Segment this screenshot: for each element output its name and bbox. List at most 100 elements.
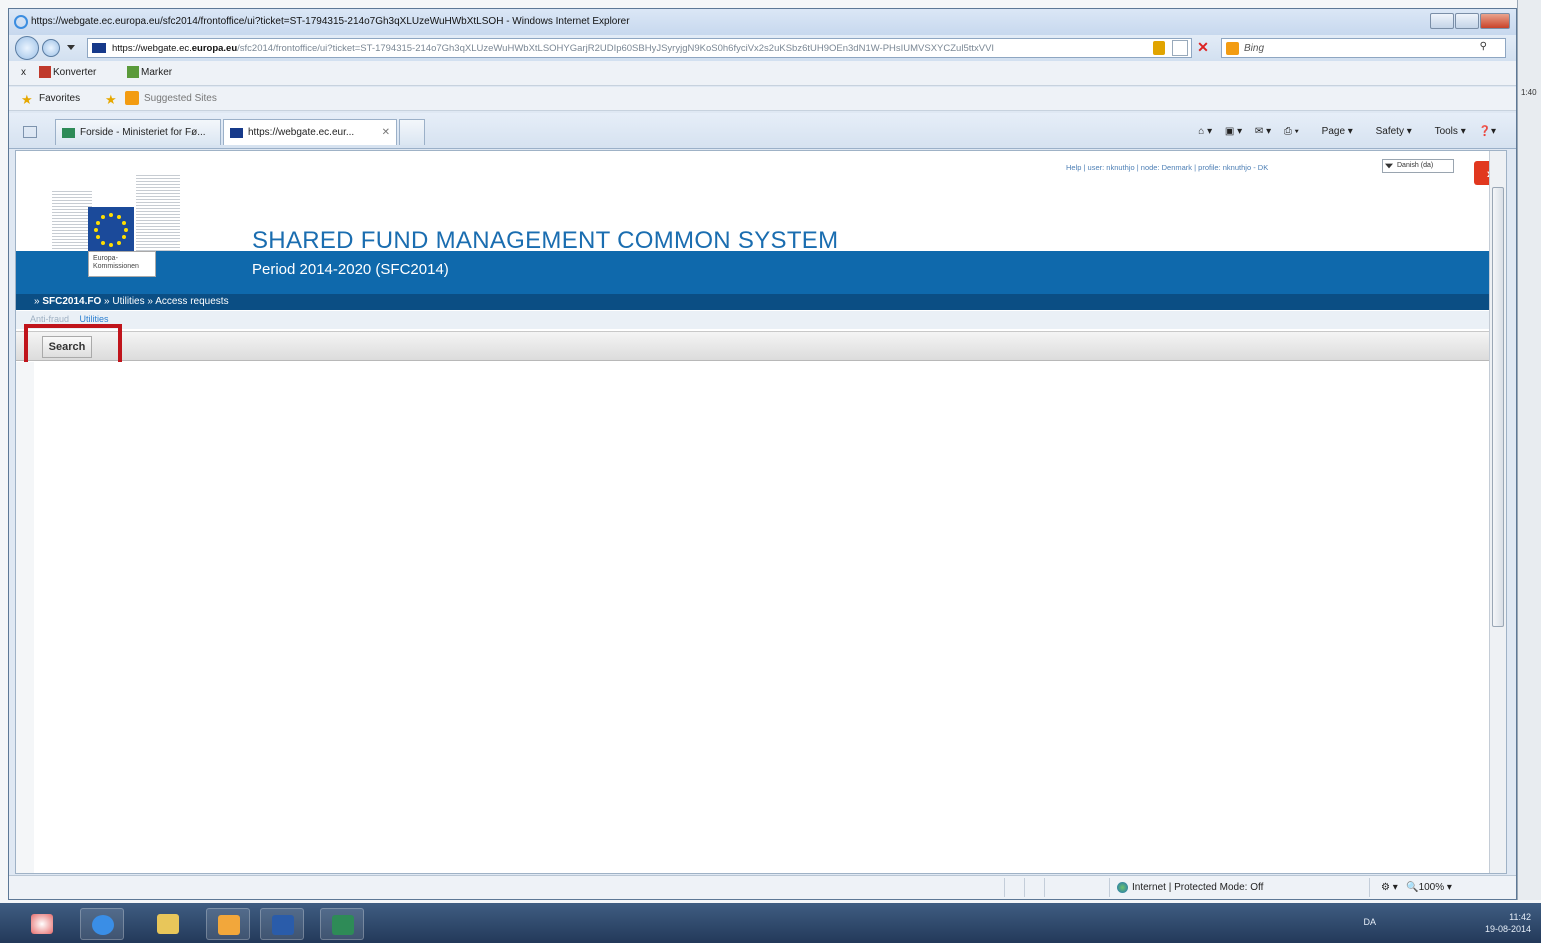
- url-domain: europa.eu: [191, 43, 238, 54]
- sub-navigation: Anti-fraud Utilities: [16, 311, 1492, 329]
- close-toolbar-icon[interactable]: x: [21, 67, 26, 78]
- print-icon[interactable]: ⎙ ▾: [1284, 126, 1299, 137]
- tab-favicon: [230, 128, 243, 138]
- language-select[interactable]: Danish (da): [1382, 159, 1454, 173]
- stop-icon[interactable]: ✕: [1195, 40, 1211, 56]
- command-bar: ⌂ ▾ ▣ ▾ ✉ ▾ ⎙ ▾ Page ▾ Safety ▾ Tools ▾ …: [1188, 126, 1496, 137]
- zoom-control[interactable]: ⚙ ▾ 🔍100% ▾: [1381, 882, 1452, 893]
- window-controls: [1429, 13, 1510, 29]
- safety-menu-label: Safety: [1375, 126, 1404, 137]
- menu-utilities[interactable]: Utilities: [80, 314, 109, 324]
- safety-menu[interactable]: Safety ▾: [1366, 126, 1412, 137]
- tab-sfc2014[interactable]: https://webgate.ec.eur... ✕: [223, 119, 397, 145]
- minimize-button[interactable]: [1430, 13, 1454, 29]
- forward-button[interactable]: [42, 39, 60, 57]
- marker-button[interactable]: Marker: [141, 67, 172, 78]
- maximize-button[interactable]: [1455, 13, 1479, 29]
- desktop-edge: 1:40: [1517, 0, 1541, 900]
- tab-bar: Forside - Ministeriet for Fø... https://…: [9, 113, 1516, 149]
- tab-label: Forside - Ministeriet for Fø...: [80, 127, 206, 138]
- marker-icon: [127, 66, 139, 78]
- konverter-button[interactable]: Konverter: [53, 67, 96, 78]
- page-menu-label: Page: [1321, 126, 1346, 137]
- page-viewport: Help | user: nknuthjo | node: Denmark | …: [15, 150, 1507, 874]
- breadcrumb-access-requests[interactable]: Access requests: [155, 296, 228, 307]
- ec-caption: Europa- Kommissionen: [88, 251, 156, 277]
- favorites-star-icon: ★: [21, 92, 33, 107]
- globe-icon: [1117, 882, 1128, 893]
- favorites-button[interactable]: Favorites: [39, 93, 80, 104]
- lock-icon[interactable]: [1153, 41, 1165, 55]
- link-toolbar: x Konverter Marker: [9, 61, 1516, 86]
- close-window-button[interactable]: [1480, 13, 1510, 29]
- page-menu[interactable]: Page ▾: [1312, 126, 1353, 137]
- language-indicator[interactable]: DA: [1363, 916, 1376, 928]
- breadcrumb-utilities[interactable]: Utilities: [112, 296, 144, 307]
- system-tray: DA 11:42 19-08-2014: [1363, 911, 1531, 935]
- mail-icon[interactable]: ✉ ▾: [1255, 126, 1271, 137]
- scrollbar-thumb[interactable]: [1492, 187, 1504, 627]
- add-favorite-icon[interactable]: ★: [105, 92, 117, 108]
- start-search-icon[interactable]: [20, 908, 64, 940]
- refresh-icon[interactable]: [1172, 40, 1188, 56]
- taskbar-ie-icon[interactable]: [80, 908, 124, 940]
- search-box[interactable]: Bing ⚲: [1221, 38, 1506, 58]
- tools-menu-label: Tools: [1434, 126, 1458, 137]
- site-favicon: [92, 43, 106, 53]
- browser-window: https://webgate.ec.europa.eu/sfc2014/fro…: [8, 8, 1517, 900]
- bing-icon: [1226, 42, 1239, 55]
- tab-label: https://webgate.ec.eur...: [248, 127, 355, 138]
- security-zone-label: Internet | Protected Mode: Off: [1132, 882, 1264, 894]
- ie-logo-icon: [14, 15, 28, 29]
- tab-favicon: [62, 128, 75, 138]
- status-bar: Internet | Protected Mode: Off ⚙ ▾ 🔍100%…: [9, 875, 1516, 899]
- window-title: https://webgate.ec.europa.eu/sfc2014/fro…: [31, 16, 630, 27]
- breadcrumb-separator: »: [104, 296, 110, 307]
- language-value: Danish (da): [1397, 162, 1434, 169]
- url-path: /sfc2014/frontoffice/ui?ticket=ST-179431…: [237, 43, 995, 54]
- taskbar-excel-icon[interactable]: [320, 908, 364, 940]
- period-subtitle: Period 2014-2020 (SFC2014): [252, 261, 449, 278]
- clock-time[interactable]: 11:42: [1485, 911, 1531, 923]
- breadcrumb-root[interactable]: SFC2014.FO: [42, 296, 101, 307]
- eu-flag-icon: [88, 207, 134, 253]
- tools-menu[interactable]: Tools ▾: [1425, 126, 1466, 137]
- breadcrumb: » SFC2014.FO » Utilities » Access reques…: [16, 294, 1492, 310]
- quick-tabs-icon[interactable]: [23, 126, 37, 138]
- feeds-icon[interactable]: ▣ ▾: [1225, 126, 1242, 137]
- home-icon[interactable]: ⌂ ▾: [1198, 126, 1212, 137]
- zoom-level: 100%: [1418, 882, 1445, 893]
- favorites-bar: ★ Favorites ★ Suggested Sites: [9, 87, 1516, 111]
- breadcrumb-separator: »: [147, 296, 153, 307]
- menu-anti-fraud[interactable]: Anti-fraud: [30, 314, 69, 324]
- clock-date[interactable]: 19-08-2014: [1485, 923, 1531, 935]
- address-bar[interactable]: https://webgate.ec.europa.eu/sfc2014/fro…: [87, 38, 1192, 58]
- security-zone[interactable]: Internet | Protected Mode: Off: [1117, 882, 1263, 893]
- back-button[interactable]: [15, 36, 39, 60]
- url-prefix: https://webgate.ec.: [112, 43, 192, 54]
- tab-forside[interactable]: Forside - Ministeriet for Fø...: [55, 119, 221, 145]
- action-toolbar: Search: [16, 331, 1492, 361]
- title-bar: https://webgate.ec.europa.eu/sfc2014/fro…: [9, 9, 1516, 35]
- taskbar: DA 11:42 19-08-2014: [0, 903, 1541, 943]
- search-placeholder: Bing: [1244, 43, 1265, 54]
- help-icon[interactable]: ❓▾: [1479, 126, 1496, 137]
- taskbar-explorer-icon[interactable]: [146, 908, 190, 940]
- header-band: [16, 251, 1492, 294]
- taskbar-outlook-icon[interactable]: [206, 908, 250, 940]
- user-info-links[interactable]: Help | user: nknuthjo | node: Denmark | …: [1066, 163, 1268, 172]
- new-tab-button[interactable]: [399, 119, 425, 145]
- desktop-clock-fragment: 1:40: [1521, 88, 1537, 97]
- address-row: https://webgate.ec.europa.eu/sfc2014/fro…: [9, 35, 1516, 61]
- recent-pages-dropdown-icon[interactable]: [67, 45, 75, 50]
- search-icon[interactable]: ⚲: [1480, 41, 1487, 52]
- content-area: [16, 362, 1492, 873]
- close-tab-icon[interactable]: ✕: [382, 127, 390, 138]
- building-graphic: [52, 189, 92, 259]
- chevron-down-icon: [1385, 163, 1393, 169]
- vertical-scrollbar[interactable]: [1489, 151, 1506, 873]
- suggested-sites-link[interactable]: Suggested Sites: [144, 93, 217, 104]
- taskbar-word-icon[interactable]: [260, 908, 304, 940]
- suggested-sites-icon: [125, 91, 139, 105]
- konverter-icon: [39, 66, 51, 78]
